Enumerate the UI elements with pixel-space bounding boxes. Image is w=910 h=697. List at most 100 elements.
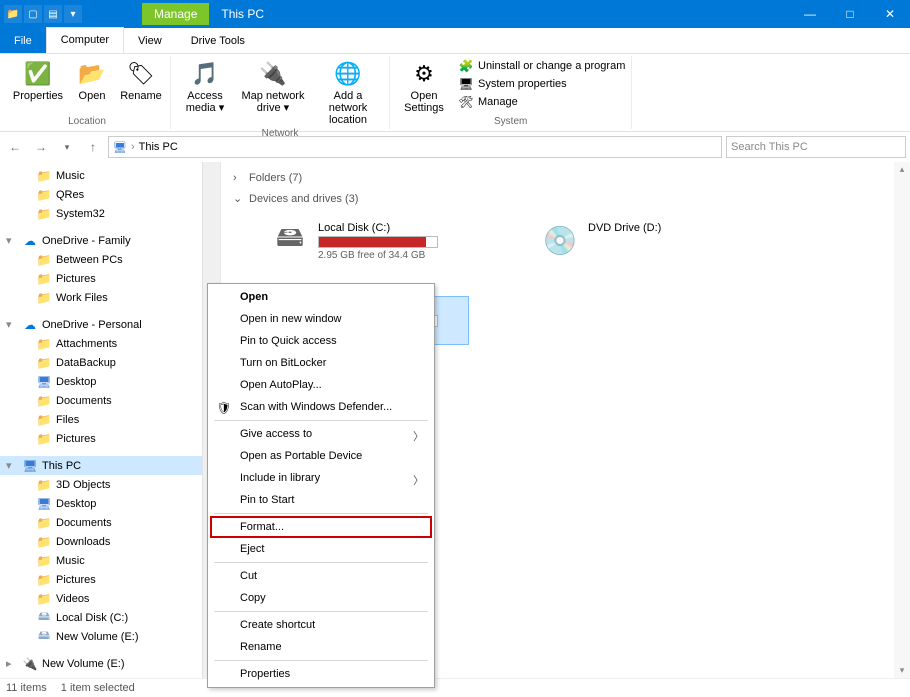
menu-item-open-as-portable-device[interactable]: Open as Portable Device <box>210 445 432 467</box>
menu-item-copy[interactable]: Copy <box>210 587 432 609</box>
tree-label: System32 <box>56 208 105 220</box>
tree-item-qres[interactable]: 📁QRes <box>0 185 202 204</box>
breadcrumb-this-pc[interactable]: This PC <box>139 141 178 153</box>
menu-item-pin-to-start[interactable]: Pin to Start <box>210 489 432 511</box>
dvd-drive-icon: 💿 <box>540 222 580 258</box>
tree-label: Documents <box>56 517 112 529</box>
tree-item-dsk1[interactable]: 🖥Desktop <box>0 372 202 391</box>
tree-label: QRes <box>56 189 84 201</box>
maximize-button[interactable]: □ <box>830 0 870 28</box>
tree-label: DataBackup <box>56 357 116 369</box>
forward-button[interactable]: → <box>30 136 52 158</box>
menu-item-create-shortcut[interactable]: Create shortcut <box>210 614 432 636</box>
tree-item-nve[interactable]: 🖴New Volume (E:) <box>0 627 202 646</box>
menu-item-open-in-new-window[interactable]: Open in new window <box>210 308 432 330</box>
tree-item-music[interactable]: 📁Music <box>0 166 202 185</box>
tree-item-nve2[interactable]: ▸🔌New Volume (E:) <box>0 654 202 673</box>
pc-icon: 🖥 <box>113 141 127 154</box>
tree-item-wf[interactable]: 📁Work Files <box>0 288 202 307</box>
folder-icon: 📁 <box>36 271 52 287</box>
close-button[interactable]: ✕ <box>870 0 910 28</box>
up-button[interactable]: ↑ <box>82 136 104 158</box>
tree-item-pic3[interactable]: 📁Pictures <box>0 570 202 589</box>
tree-label: Attachments <box>56 338 117 350</box>
qat-btn-1[interactable]: ▢ <box>24 5 42 23</box>
menu-item-pin-to-quick-access[interactable]: Pin to Quick access <box>210 330 432 352</box>
sysprops-icon: 🖥 <box>458 76 474 92</box>
tree-item-att[interactable]: 📁Attachments <box>0 334 202 353</box>
tree-item-doc2[interactable]: 📁Documents <box>0 513 202 532</box>
content-scrollbar[interactable]: ▴▾ <box>894 162 910 678</box>
menu-item-format[interactable]: Format... <box>210 516 432 538</box>
menu-item-properties[interactable]: Properties <box>210 663 432 685</box>
tree-item-vid[interactable]: 📁Videos <box>0 589 202 608</box>
tree-item-dsk2[interactable]: 🖥Desktop <box>0 494 202 513</box>
rename-button[interactable]: 🏷Rename <box>118 58 164 114</box>
tree-label: Work Files <box>56 292 108 304</box>
tree-label: Documents <box>56 395 112 407</box>
status-selected-count: 1 item selected <box>61 682 135 694</box>
folder-icon: 📁 <box>36 355 52 371</box>
menu-item-open-autoplay[interactable]: Open AutoPlay... <box>210 374 432 396</box>
access-media-button[interactable]: 🎵Access media ▾ <box>177 58 233 126</box>
section-folders[interactable]: › Folders (7) <box>233 168 882 188</box>
map-network-drive-button[interactable]: 🔌Map network drive ▾ <box>239 58 307 126</box>
tree-item-mus2[interactable]: 📁Music <box>0 551 202 570</box>
address-bar[interactable]: 🖥 › This PC <box>108 136 722 158</box>
menu-item-give-access-to[interactable]: Give access to〉 <box>210 423 432 445</box>
properties-button[interactable]: ✅Properties <box>10 58 66 114</box>
drive-dvd-d[interactable]: 💿 DVD Drive (D:) <box>509 217 739 266</box>
back-button[interactable]: ← <box>4 136 26 158</box>
settings-icon: ⚙ <box>408 58 440 90</box>
tree-item-odp[interactable]: ▾☁OneDrive - Personal <box>0 315 202 334</box>
manage-button[interactable]: 🛠Manage <box>458 94 625 110</box>
group-label-location: Location <box>68 116 106 127</box>
tree-item-pic1[interactable]: 📁Pictures <box>0 269 202 288</box>
add-location-icon: 🌐 <box>332 58 364 90</box>
menu-item-include-in-library[interactable]: Include in library〉 <box>210 467 432 489</box>
tree-item-bpc[interactable]: 📁Between PCs <box>0 250 202 269</box>
tree-item-doc1[interactable]: 📁 Documents <box>0 391 202 410</box>
menu-item-turn-on-bitlocker[interactable]: Turn on BitLocker <box>210 352 432 374</box>
menu-item-eject[interactable]: Eject <box>210 538 432 560</box>
menu-item-open[interactable]: Open <box>210 286 432 308</box>
tree-item-files[interactable]: 📁Files <box>0 410 202 429</box>
computer-tab[interactable]: Computer <box>46 27 124 53</box>
contextual-tab-manage[interactable]: Manage <box>142 3 209 25</box>
caret-icon: ▾ <box>6 459 18 472</box>
cloud-icon: ☁ <box>22 317 38 333</box>
tree-item-db[interactable]: 📁 DataBackup <box>0 353 202 372</box>
drive-local-c[interactable]: 🖴 Local Disk (C:) 2.95 GB free of 34.4 G… <box>239 217 469 266</box>
system-properties-button[interactable]: 🖥System properties <box>458 76 625 92</box>
uninstall-programs-button[interactable]: 🧩Uninstall or change a program <box>458 58 625 74</box>
tree-item-sys32[interactable]: 📁System32 <box>0 204 202 223</box>
tree-item-dl[interactable]: 📁Downloads <box>0 532 202 551</box>
add-network-location-button[interactable]: 🌐Add a network location <box>313 58 383 126</box>
view-tab[interactable]: View <box>124 28 177 53</box>
search-input[interactable]: Search This PC <box>726 136 906 158</box>
tree-item-3d[interactable]: 📁3D Objects <box>0 475 202 494</box>
menu-item-rename[interactable]: Rename <box>210 636 432 658</box>
tree-item-thispc[interactable]: ▾🖥This PC <box>0 456 202 475</box>
menu-item-scan-with-windows-defender[interactable]: 🛡Scan with Windows Defender... <box>210 396 432 418</box>
open-settings-button[interactable]: ⚙Open Settings <box>396 58 452 114</box>
drive-icon: 🖴 <box>36 629 52 645</box>
menu-item-cut[interactable]: Cut <box>210 565 432 587</box>
minimize-button[interactable]: — <box>790 0 830 28</box>
qat-btn-2[interactable]: ▤ <box>44 5 62 23</box>
folder-icon: 📁 <box>36 252 52 268</box>
tree-item-ldc[interactable]: 🖴Local Disk (C:) <box>0 608 202 627</box>
open-button[interactable]: 📂Open <box>72 58 112 114</box>
drive-tools-tab[interactable]: Drive Tools <box>177 28 260 53</box>
qat-dropdown[interactable]: ▾ <box>64 5 82 23</box>
section-drives[interactable]: ⌄ Devices and drives (3) <box>233 188 882 209</box>
drive-icon: 🖴 <box>36 610 52 626</box>
breadcrumb-sep: › <box>131 141 135 153</box>
tree-item-pic2[interactable]: 📁Pictures <box>0 429 202 448</box>
folder-icon: 📁 <box>36 393 52 409</box>
open-icon: 📂 <box>76 58 108 90</box>
history-dropdown[interactable]: ▾ <box>56 136 78 158</box>
folder-icon: 📁 <box>36 168 52 184</box>
tree-item-odf[interactable]: ▾☁OneDrive - Family <box>0 231 202 250</box>
file-tab[interactable]: File <box>0 28 46 53</box>
